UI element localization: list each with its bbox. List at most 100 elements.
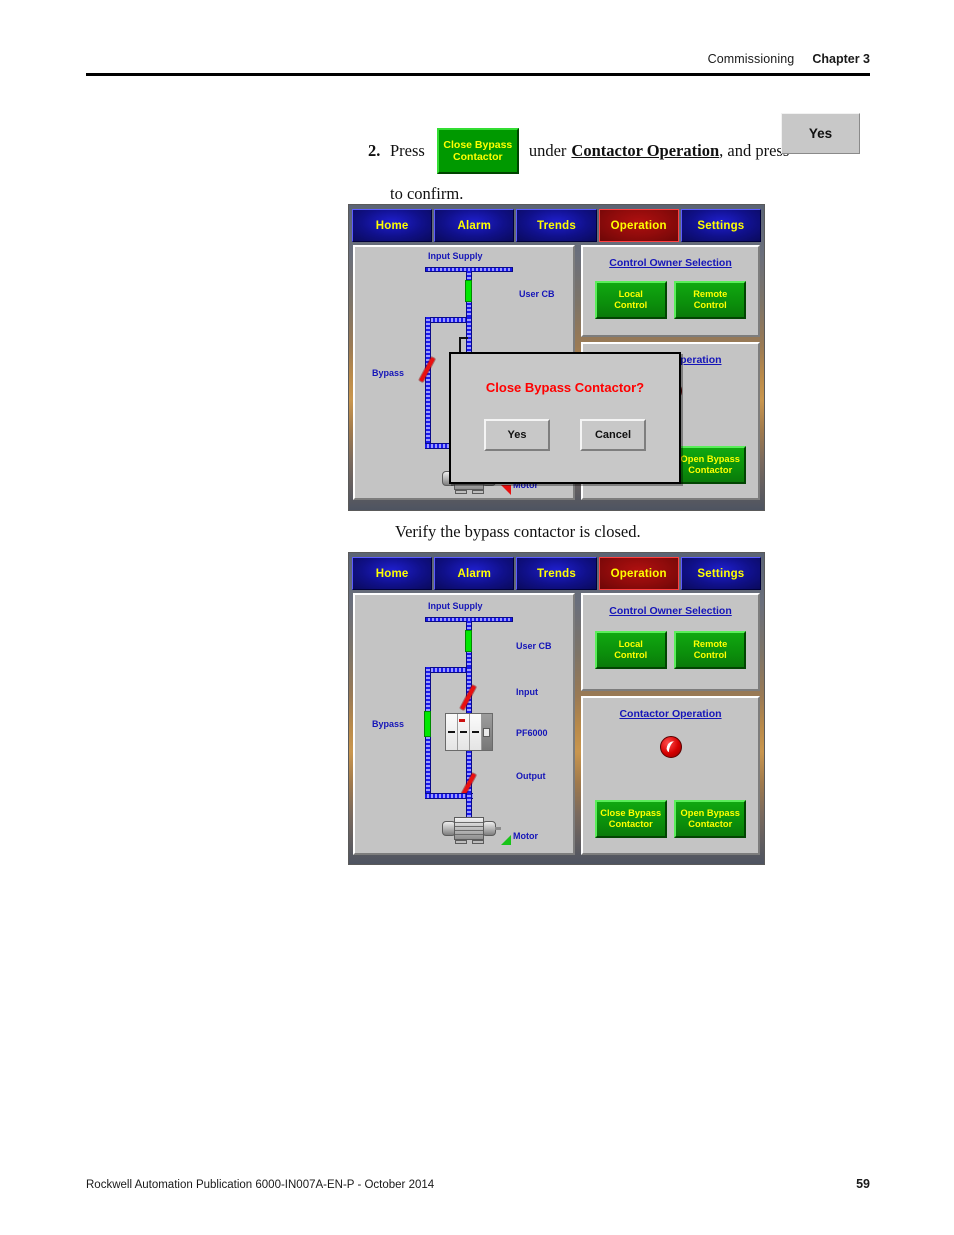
hmi1-label-input-supply: Input Supply <box>428 251 483 261</box>
hmi-screenshot-1: Home Alarm Trends Operation Settings Inp… <box>348 204 765 511</box>
page-footer: Rockwell Automation Publication 6000-IN0… <box>86 1177 870 1191</box>
hmi2-label-output: Output <box>516 771 546 781</box>
inline-button-label-line1: Close Bypass <box>443 138 513 151</box>
hmi2-control-owner-panel: Control Owner Selection Local Control Re… <box>581 593 760 691</box>
hmi1-tab-bar: Home Alarm Trends Operation Settings <box>349 205 764 245</box>
hmi2-drive-cabinet-3 <box>470 714 482 750</box>
hmi2-tab-operation[interactable]: Operation <box>598 557 679 590</box>
header-divider <box>86 73 870 76</box>
hmi2-drive-cabinet-1 <box>446 714 458 750</box>
hmi2-remote-label-1: Remote <box>693 638 728 649</box>
hmi1-open-bypass-contactor-button[interactable]: Open Bypass Contactor <box>674 446 747 484</box>
hmi2-tab-trends[interactable]: Trends <box>516 557 597 590</box>
hmi2-label-pf6000: PF6000 <box>516 728 548 738</box>
hmi1-remote-label-1: Remote <box>693 288 728 299</box>
header-section-label: Commissioning <box>707 52 795 66</box>
hmi2-motor-foot-right <box>472 840 484 844</box>
hmi1-motor-status-indicator <box>501 485 511 495</box>
hmi2-label-input: Input <box>516 687 538 697</box>
page-header: Commissioning Chapter 3 <box>86 52 870 66</box>
hmi2-control-owner-buttons: Local Control Remote Control <box>583 631 758 669</box>
hmi1-control-owner-panel: Control Owner Selection Local Control Re… <box>581 245 760 337</box>
hmi2-remote-label-2: Control <box>693 650 727 660</box>
hmi1-tab-settings[interactable]: Settings <box>680 209 762 242</box>
step-press-word: Press <box>390 141 425 161</box>
step-under-word: under <box>528 141 567 161</box>
confirm-dialog-buttons: Yes Cancel <box>451 419 679 451</box>
hmi1-remote-label-2: Control <box>693 300 727 310</box>
hmi2-contactor-buttons: Close Bypass Contactor Open Bypass Conta… <box>583 800 758 838</box>
hmi-screenshot-2: Home Alarm Trends Operation Settings Inp… <box>348 552 765 865</box>
hmi1-open-label-2: Contactor <box>688 465 733 475</box>
hmi2-bypass-contactor-closed <box>424 711 431 737</box>
hmi2-label-bypass: Bypass <box>372 719 405 729</box>
hmi2-contactor-operation-panel: Contactor Operation Close Bypass Contact… <box>581 696 760 855</box>
hmi2-remote-control-button[interactable]: Remote Control <box>674 631 747 669</box>
step-and-press-text: , and press <box>719 141 790 161</box>
hmi1-tab-trends[interactable]: Trends <box>516 209 597 242</box>
inline-button-label-line2: Contactor <box>453 151 503 163</box>
hmi1-local-control-button[interactable]: Local Control <box>594 281 667 319</box>
hmi1-tab-home[interactable]: Home <box>352 209 433 242</box>
hmi2-close-label-2: Contactor <box>608 819 653 829</box>
hmi2-drive-cabinet-2 <box>458 714 470 750</box>
hmi1-wire-bypass-leg <box>425 317 431 447</box>
hmi1-control-owner-buttons: Local Control Remote Control <box>583 281 758 319</box>
hmi2-label-user-cb: User CB <box>516 641 552 651</box>
hmi2-motor-foot-left <box>455 840 467 844</box>
hmi2-contactor-operation-title: Contactor Operation <box>619 708 722 720</box>
hmi2-drive-control-side <box>482 714 492 750</box>
confirm-dialog-title: Close Bypass Contactor? <box>485 380 645 395</box>
hmi1-open-label-1: Open Bypass <box>680 453 740 464</box>
hmi2-tab-home[interactable]: Home <box>352 557 433 590</box>
hmi2-close-label-1: Close Bypass <box>600 807 662 818</box>
confirm-dialog-yes-button[interactable]: Yes <box>484 419 550 451</box>
hmi2-motor-body <box>454 817 484 840</box>
hmi2-control-owner-title: Control Owner Selection <box>609 605 732 617</box>
hmi2-tab-alarm[interactable]: Alarm <box>434 557 515 590</box>
hmi1-motor-foot-left <box>455 490 467 494</box>
confirm-dialog-cancel-button[interactable]: Cancel <box>580 419 646 451</box>
footer-page-number: 59 <box>856 1177 870 1191</box>
hmi2-motor-shaft <box>495 827 501 830</box>
hmi1-remote-control-button[interactable]: Remote Control <box>674 281 747 319</box>
hmi2-motor-status-indicator <box>501 835 511 845</box>
hmi2-user-cb-closed <box>465 630 472 652</box>
hmi2-local-label-2: Control <box>614 650 648 660</box>
header-chapter-label: Chapter 3 <box>812 52 870 66</box>
hmi2-wire-branch-top <box>425 667 470 673</box>
hmi2-open-label-1: Open Bypass <box>680 807 740 818</box>
hmi2-motor-icon <box>441 815 501 845</box>
step-number: 2. <box>368 141 381 161</box>
hmi1-label-user-cb: User CB <box>519 289 555 299</box>
hmi2-wire-motor-feed <box>466 793 472 817</box>
inline-yes-button[interactable]: Yes <box>781 113 860 154</box>
inline-close-bypass-contactor-button[interactable]: Close Bypass Contactor <box>436 128 519 174</box>
hmi2-local-control-button[interactable]: Local Control <box>594 631 667 669</box>
hmi2-diagram: Input Supply User CB Bypass Input PF6000… <box>355 595 573 853</box>
hmi2-label-motor: Motor <box>513 831 538 841</box>
hmi2-body: Input Supply User CB Bypass Input PF6000… <box>349 593 764 860</box>
hmi2-tab-settings[interactable]: Settings <box>680 557 762 590</box>
hmi1-user-cb-closed <box>465 280 472 302</box>
hmi2-pf6000-drive-icon <box>445 713 493 751</box>
hmi2-right-column: Control Owner Selection Local Control Re… <box>581 593 760 855</box>
verify-caption: Verify the bypass contactor is closed. <box>395 522 641 541</box>
hmi2-close-bypass-contactor-button[interactable]: Close Bypass Contactor <box>594 800 667 838</box>
hmi1-local-label-1: Local <box>618 288 643 299</box>
hmi2-tab-bar: Home Alarm Trends Operation Settings <box>349 553 764 593</box>
hmi2-open-label-2: Contactor <box>688 819 733 829</box>
hmi1-control-owner-title: Control Owner Selection <box>609 257 732 269</box>
hmi1-label-bypass: Bypass <box>372 368 405 378</box>
hmi1-tab-operation[interactable]: Operation <box>598 209 679 242</box>
footer-publication-text: Rockwell Automation Publication 6000-IN0… <box>86 1179 435 1191</box>
hmi2-contactor-status-indicator-icon <box>659 736 682 758</box>
hmi1-tab-alarm[interactable]: Alarm <box>434 209 515 242</box>
hmi2-open-bypass-contactor-button[interactable]: Open Bypass Contactor <box>674 800 747 838</box>
hmi1-motor-foot-right <box>472 490 484 494</box>
hmi1-body: Input Supply User CB Bypass Motor Contro… <box>349 245 764 505</box>
hmi2-local-label-1: Local <box>618 638 643 649</box>
hmi2-label-input-supply: Input Supply <box>428 601 483 611</box>
hmi2-single-line-diagram-panel: Input Supply User CB Bypass Input PF6000… <box>353 593 575 855</box>
step-2-line-2: to confirm. <box>390 184 464 203</box>
